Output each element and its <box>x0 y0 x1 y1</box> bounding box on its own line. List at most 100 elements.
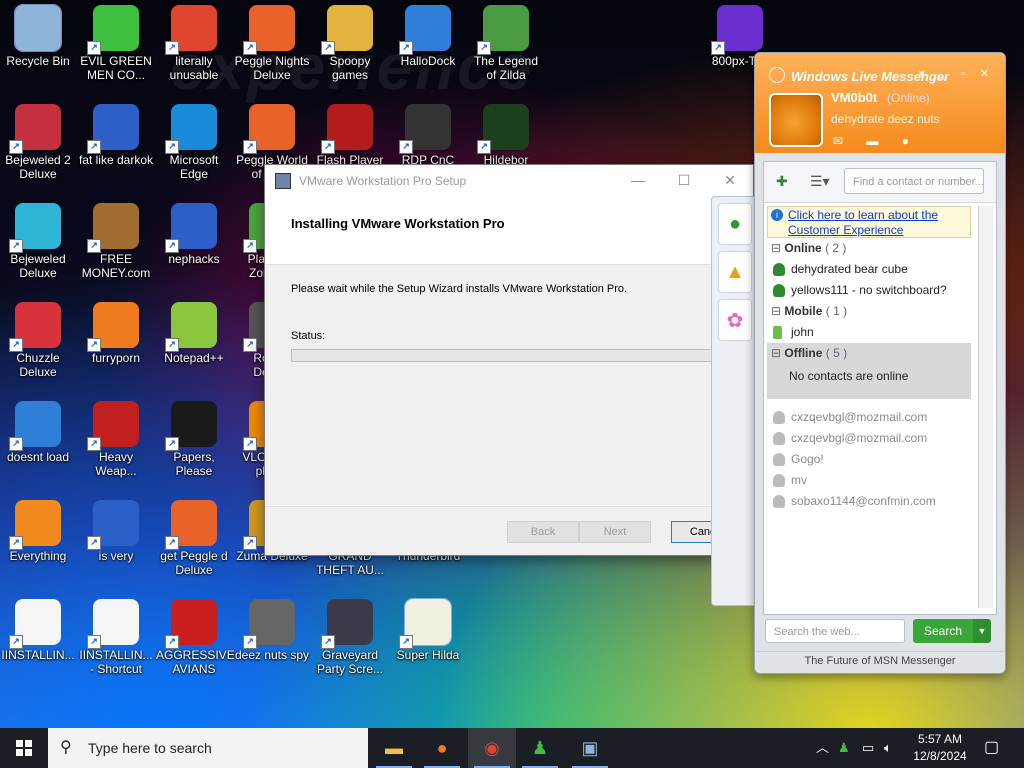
desktop-icon-label: Microsoft Edge <box>169 153 219 181</box>
status-label: Status: <box>291 330 326 342</box>
desktop-icon-label: literally unusable <box>169 54 219 82</box>
search-button[interactable]: Search <box>913 619 973 643</box>
setup-installer-icon[interactable]: ▣ <box>566 728 614 768</box>
contact-list-scrollbar[interactable] <box>978 206 993 608</box>
desktop-icon[interactable]: ↗ Spoopy games <box>312 5 388 82</box>
online-status[interactable]: (Online) <box>887 91 930 105</box>
desktop-icon[interactable]: ↗ Everything <box>0 500 76 563</box>
customer-experience-link[interactable]: i Click here to learn about the Customer… <box>767 206 971 238</box>
setup-titlebar[interactable]: VMware Workstation Pro Setup — ☐ ✕ <box>265 165 753 196</box>
firefox-icon[interactable]: ● <box>418 728 466 768</box>
contact-row[interactable]: Gogo! <box>767 449 971 470</box>
desktop-icon[interactable]: ↗ get Peggle d Deluxe <box>156 500 232 577</box>
taskbar-clock[interactable]: 5:57 AM 12/8/2024 <box>905 731 975 765</box>
desktop-icon[interactable]: ↗ Hildebor <box>468 104 544 167</box>
desktop-icon-label: Super Hilda <box>396 648 460 662</box>
minimize-icon[interactable]: — <box>615 172 661 189</box>
notifications-icon[interactable]: ▢ <box>984 728 999 768</box>
file-explorer-icon[interactable]: ▬ <box>370 728 418 768</box>
desktop-icon[interactable]: Recycle Bin <box>0 4 76 68</box>
desktop-icon[interactable]: ↗ AGGRESSIVE AVIANS <box>156 599 235 676</box>
contact-name: Gogo! <box>791 452 824 466</box>
desktop-icon[interactable]: ↗ Bejeweled Deluxe <box>0 203 76 280</box>
close-icon[interactable]: ✕ <box>707 172 753 189</box>
games-tab[interactable]: ✿ <box>718 299 752 341</box>
offline-buddy-icon <box>773 411 785 424</box>
find-contact-input[interactable]: Find a contact or number... <box>844 168 984 194</box>
web-search-input[interactable]: Search the web... <box>765 619 905 643</box>
desktop-icon[interactable]: ↗ literally unusable <box>156 5 232 82</box>
desktop-icon[interactable]: ↗ Papers, Please <box>156 401 232 478</box>
personal-message[interactable]: dehydrate deez nuts <box>831 112 940 126</box>
shortcut-arrow-icon: ↗ <box>165 41 179 55</box>
desktop-icon[interactable]: ↗ HalloDock <box>390 5 466 68</box>
network-icon[interactable]: ▭ <box>862 728 874 768</box>
avatar[interactable] <box>769 93 823 147</box>
setup-body <box>265 265 753 505</box>
group-mobile[interactable]: ⊟ Mobile ( 1 ) <box>767 301 971 322</box>
alerts-tab[interactable]: ▲ <box>718 251 752 293</box>
contact-row[interactable]: cxzqevbgl@mozmail.com <box>767 428 971 449</box>
desktop-icon[interactable]: ↗ Heavy Weap... <box>78 401 154 478</box>
firefox-icon: ↗ <box>87 302 139 352</box>
contact-row[interactable]: sobaxo1144@confmin.com <box>767 491 971 512</box>
next-button[interactable]: Next <box>579 521 651 543</box>
desktop-icon[interactable]: ↗ Chuzzle Deluxe <box>0 302 76 379</box>
desktop-icon[interactable]: ↗ Bejeweled 2 Deluxe <box>0 104 76 181</box>
chuzzle-icon: ↗ <box>9 302 61 352</box>
desktop-icon[interactable]: ↗ IINSTALLIN... <box>0 599 76 662</box>
contact-row[interactable]: cxzqevbgl@mozmail.com <box>767 407 971 428</box>
contact-row[interactable]: john <box>767 322 971 343</box>
desktop-icon[interactable]: ↗ The Legend of Zilda <box>468 5 544 82</box>
shield-icon: ↗ <box>399 5 451 55</box>
shortcut-arrow-icon: ↗ <box>87 536 101 550</box>
chrome-icon[interactable]: ◉ <box>468 728 516 768</box>
contacts-tab[interactable]: ● <box>718 203 752 245</box>
stacked-windows-icon: ↗ <box>243 599 295 649</box>
setup-window-title: VMware Workstation Pro Setup <box>299 173 467 188</box>
volume-icon[interactable]: 🔈︎ <box>884 728 892 768</box>
desktop-icon[interactable]: ↗ nephacks <box>156 203 232 266</box>
desktop-icon[interactable]: ↗ Flash Player <box>312 104 388 167</box>
back-button[interactable]: Back <box>507 521 579 543</box>
desktop-icon[interactable]: ↗ IINSTALLIN... - Shortcut <box>78 599 154 676</box>
menu-circle-icon[interactable] <box>769 67 785 83</box>
desktop-icon[interactable]: ↗ doesnt load <box>0 401 76 464</box>
quick-icons[interactable]: ✉ ▬ ● <box>833 134 919 148</box>
window-controls[interactable]: ▾ _ ▫ ✕ <box>919 67 995 80</box>
game-character-icon: ↗ <box>477 5 529 55</box>
desktop-icon[interactable]: ↗ RDP CnC <box>390 104 466 167</box>
show-hidden-icons[interactable]: ︿ <box>816 728 829 768</box>
group-online[interactable]: ⊟ Online ( 2 ) <box>767 238 971 259</box>
desktop-icon[interactable]: ↗ Notepad++ <box>156 302 232 365</box>
folder-icon: ↗ <box>321 5 373 55</box>
taskbar-search-box[interactable]: ⚲ Type here to search <box>48 728 368 768</box>
desktop-icon-label: Recycle Bin <box>6 54 70 68</box>
desktop-icon[interactable]: ↗ Peggle Nights Deluxe <box>234 5 310 82</box>
list-options-icon[interactable]: ☰▾ <box>810 173 830 190</box>
desktop-icon[interactable]: ↗ is very <box>78 500 154 563</box>
desktop-icon[interactable]: ↗ Microsoft Edge <box>156 104 232 181</box>
desktop-icon-label: The Legend of Zilda <box>473 54 539 82</box>
desktop-icon[interactable]: ↗ furryporn <box>78 302 154 365</box>
desktop-icon[interactable]: ↗ Graveyard Party Scre... <box>312 599 388 676</box>
search-dropdown-icon[interactable]: ▼ <box>973 619 991 643</box>
display-name[interactable]: VM0b0t <box>831 90 877 105</box>
desktop-icon[interactable]: ↗ FREE MONEY.com <box>78 203 154 280</box>
desktop-icon[interactable]: ↗ fat like darkok <box>78 104 154 167</box>
desktop-icon-label: Heavy Weap... <box>95 450 137 478</box>
maximize-icon[interactable]: ☐ <box>661 172 707 189</box>
add-contact-icon[interactable]: ✚ <box>776 173 788 190</box>
group-offline[interactable]: ⊟ Offline ( 5 ) <box>767 343 971 364</box>
contact-row[interactable]: dehydrated bear cube <box>767 259 971 280</box>
tray-msn-icon[interactable]: ♟ <box>838 728 850 768</box>
desktop-icon[interactable]: ↗ EVIL GREEN MEN CO... <box>78 5 154 82</box>
desktop-icon[interactable]: ↗ Super Hilda <box>390 598 466 662</box>
start-button[interactable] <box>0 728 48 768</box>
msn-buddies-icon[interactable]: ♟ <box>516 728 564 768</box>
install-progress-bar <box>291 349 733 362</box>
contact-row[interactable]: yellows111 - no switchboard? <box>767 280 971 301</box>
contact-row[interactable]: mv <box>767 470 971 491</box>
shortcut-arrow-icon: ↗ <box>243 239 257 253</box>
desktop-icon[interactable]: ↗ deez nuts spy <box>234 599 310 662</box>
